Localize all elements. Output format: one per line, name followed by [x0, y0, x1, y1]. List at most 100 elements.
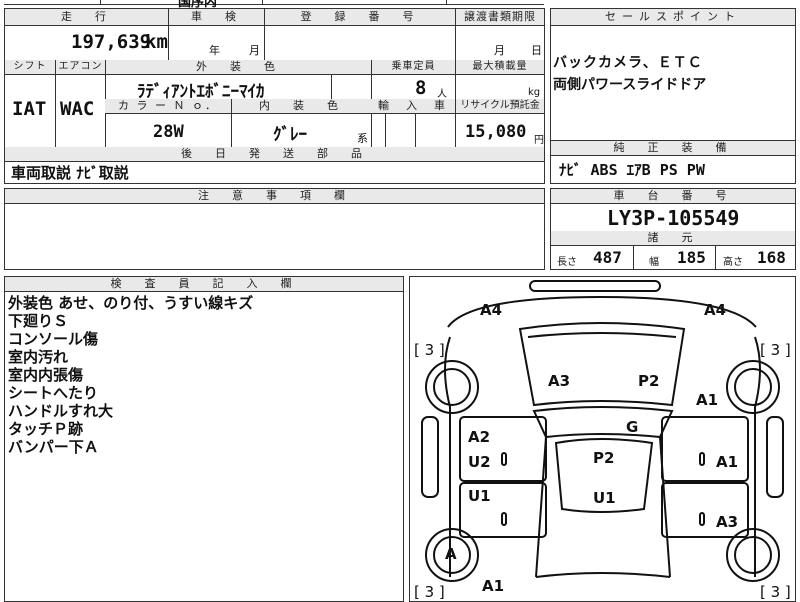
interior-color-suffix: 系: [357, 132, 368, 145]
top-divider-2: [262, 0, 263, 5]
divider: [455, 26, 456, 60]
chassis-box: 車 台 番 号 LY3P-105549 諸 元 長さ 487 幅 185 高さ …: [550, 188, 796, 270]
transfer-day-unit: 日: [531, 44, 542, 57]
length-label: 長さ: [557, 257, 577, 268]
width-value: 185: [677, 248, 706, 267]
shift-value: IAT: [12, 98, 47, 120]
chassis-value: LY3P-105549: [607, 206, 740, 230]
notes-header: 注 意 事 項 欄: [5, 189, 544, 204]
divider: [385, 114, 386, 147]
damage-left-front-door-top: A2: [468, 428, 491, 446]
capacity-value: 8: [415, 77, 427, 99]
door-handle: [699, 512, 705, 526]
aircon-value: WAC: [60, 98, 95, 120]
divider: [168, 26, 169, 60]
color-no-value: 28W: [153, 122, 184, 142]
divider: [715, 246, 716, 269]
top-divider-3: [446, 0, 447, 5]
top-divider-1: [100, 0, 101, 5]
divider: [331, 75, 332, 99]
vehicle-info-grid: 走 行 車 検 登 録 番 号 譲渡書類期限 197,639 km 年 月 月 …: [4, 8, 545, 184]
inspector-note: コンソール傷: [8, 330, 99, 348]
inspector-notes-list: 外装色 あせ、のり付、うすい線キズ 下廻りＳ コンソール傷 室内汚れ 室内内張傷…: [8, 294, 253, 456]
mileage-unit: km: [145, 31, 168, 53]
divider: [264, 26, 265, 60]
front-right-wheel-inner: [734, 368, 772, 406]
damage-right-front-door: A1: [716, 453, 739, 471]
divider: [231, 114, 232, 147]
rear-window-line: [535, 572, 671, 578]
divider: [633, 246, 634, 269]
recycle-value: 15,080: [465, 122, 527, 142]
damage-windshield: G: [626, 418, 639, 436]
inspector-note: 外装色 あせ、のり付、うすい線キズ: [8, 294, 254, 312]
recycle-header: リサイクル預託金: [455, 99, 544, 114]
inspection-header: 車 検: [168, 9, 264, 26]
divider: [55, 75, 56, 147]
left-body-line: [444, 336, 451, 577]
door-handle: [501, 512, 507, 526]
aircon-header: エアコン: [55, 60, 105, 75]
color-no-header: カ ラ ー Ｎ ｏ．: [105, 99, 231, 114]
hood-line: [527, 332, 677, 338]
right-side-skirt: [766, 416, 784, 498]
damage-hood-left: A3: [548, 372, 571, 390]
later-parts-value: 車両取説 ﾅﾋﾞ取説: [11, 164, 129, 182]
sales-point-box: セールスポイント バックカメラ、ＥＴＣ 両側パワースライドドア: [550, 8, 796, 152]
inspection-year-unit: 年: [209, 44, 220, 57]
chassis-header: 車 台 番 号: [551, 189, 795, 204]
left-side-skirt: [421, 416, 439, 498]
max-load-header: 最大積載量: [455, 60, 544, 75]
damage-fender-right: A1: [696, 391, 719, 409]
damage-roof: P2: [593, 449, 615, 467]
height-value: 168: [757, 248, 786, 267]
inspector-box: 検 査 員 記 入 欄 外装色 あせ、のり付、うすい線キズ 下廻りＳ コンソール…: [4, 276, 404, 602]
shift-header: シフト: [5, 60, 55, 75]
max-load-unit: kg: [528, 87, 541, 98]
interior-color-value: ｸﾞﾚｰ: [273, 125, 307, 145]
divider: [415, 114, 416, 147]
tire-label-front-left: [ 3 ]: [414, 341, 445, 359]
genuine-equipment-value: ﾅﾋﾞ ABS ｴｱB PS PW: [559, 161, 705, 179]
sales-point-line-1: バックカメラ、ＥＴＣ: [553, 55, 703, 71]
later-parts-header: 後 日 発 送 部 品: [5, 147, 544, 162]
inspector-note: バンパー下Ａ: [8, 438, 99, 456]
notes-box: 注 意 事 項 欄: [4, 188, 545, 270]
damage-hood-right: P2: [638, 372, 660, 390]
registration-header: 登 録 番 号: [264, 9, 455, 26]
damage-right-rear-door: A3: [716, 513, 739, 531]
genuine-equipment-box: 純 正 装 備 ﾅﾋﾞ ABS ｴｱB PS PW: [550, 140, 796, 184]
front-bumper-shape: [529, 280, 661, 292]
inspector-note: ハンドルすれ大: [8, 402, 114, 420]
inspector-note: シートへたり: [8, 384, 99, 402]
damage-rear-left: A1: [482, 577, 505, 595]
windshield-shape: [532, 406, 674, 439]
damage-rear-left-wheel: A: [445, 545, 457, 563]
condition-diagram-box: [ 3 ] [ 3 ] [ 3 ] [ 3 ] A4 A4 A3 P2 A1 G…: [409, 276, 796, 602]
recycle-unit: 円: [534, 135, 544, 146]
transfer-header: 譲渡書類期限: [455, 9, 544, 26]
inspection-month-unit: 月: [249, 44, 260, 57]
inspector-note: タッチＰ跡: [8, 420, 84, 438]
capacity-header: 乗車定員: [371, 60, 455, 75]
tire-label-rear-right: [ 3 ]: [760, 583, 791, 601]
mileage-header: 走 行: [5, 9, 168, 26]
right-body-line: [754, 336, 761, 577]
sales-point-header: セールスポイント: [551, 9, 795, 26]
damage-left-rear-door: U1: [468, 487, 491, 505]
door-handle: [699, 452, 705, 466]
door-handle: [501, 452, 507, 466]
tire-label-front-right: [ 3 ]: [760, 341, 791, 359]
left-front-door: [459, 416, 547, 482]
front-left-wheel-inner: [433, 368, 471, 406]
rear-right-wheel-inner: [734, 536, 772, 574]
height-label: 高さ: [723, 257, 743, 268]
mileage-value: 197,639: [71, 31, 152, 53]
damage-left-front-door-bottom: U2: [468, 453, 491, 471]
right-front-door: [661, 416, 749, 482]
damage-roof-rear: U1: [593, 489, 616, 507]
tire-label-rear-left: [ 3 ]: [414, 583, 445, 601]
left-pillar: [535, 436, 547, 578]
genuine-equipment-header: 純 正 装 備: [551, 141, 795, 156]
inspector-note: 室内汚れ: [8, 348, 69, 366]
